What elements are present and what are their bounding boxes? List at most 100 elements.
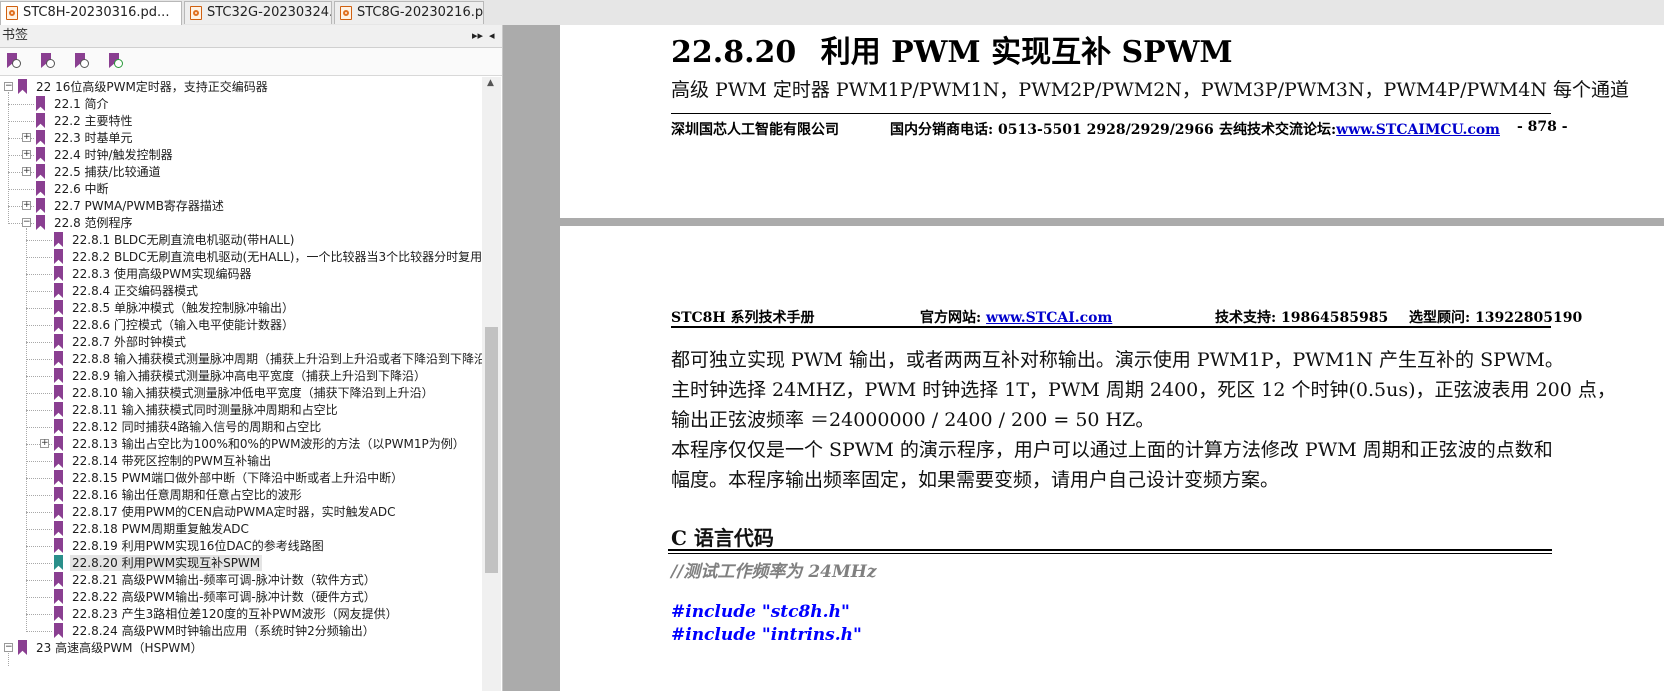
pdf-file-icon	[6, 6, 18, 20]
tree-connector	[26, 342, 52, 343]
bookmark-icon	[36, 164, 45, 179]
bookmark-icon	[36, 215, 45, 230]
collapse-toggle-icon[interactable]: −	[4, 82, 13, 91]
section-title: 利用 PWM 实现互补 SPWM	[820, 35, 1233, 70]
bookmark-icon	[54, 232, 63, 247]
scrollbar-thumb[interactable]	[485, 327, 498, 573]
bookmark-icon	[54, 300, 63, 315]
tree-connector	[26, 495, 52, 496]
pdf-page-879: STC8H 系列技术手册 官方网站: www.STCAI.com 技术支持: 1…	[560, 226, 1664, 691]
pdf-page-878: 22.8.20 利用 PWM 实现互补 SPWM 高级 PWM 定时器 PWM1…	[560, 25, 1664, 218]
collapse-toggle-icon[interactable]: −	[22, 218, 31, 227]
bookmark-goto-icon[interactable]	[72, 52, 90, 70]
tree-guide	[8, 92, 9, 224]
document-tab-bar: STC8H-20230316.pd... STC32G-20230324... …	[0, 0, 1664, 26]
bookmark-label: 22.8.9 输入捕获模式测量脉冲高电平宽度（捕获上升沿到下降沿）	[72, 369, 426, 383]
intro-paragraph: 高级 PWM 定时器 PWM1P/PWM1N，PWM2P/PWM2N，PWM3P…	[671, 79, 1630, 101]
bookmark-icon	[54, 470, 63, 485]
bookmark-label: 22.8.22 高级PWM输出-频率可调-脉冲计数（硬件方式）	[72, 590, 376, 604]
bookmark-options-icon[interactable]	[4, 52, 22, 70]
bookmark-icon	[18, 640, 27, 655]
header-manual-title: STC8H 系列技术手册	[671, 310, 815, 326]
bookmark-icon	[54, 504, 63, 519]
document-view[interactable]: 22.8.20 利用 PWM 实现互补 SPWM 高级 PWM 定时器 PWM1…	[503, 25, 1664, 691]
panel-options-icon[interactable]: ▸▸	[472, 25, 483, 47]
code-comment: //测试工作频率为 24MHz	[671, 562, 877, 582]
bookmark-label: 22.8.7 外部时钟模式	[72, 335, 186, 349]
scroll-up-icon[interactable]: ▲	[487, 78, 494, 88]
tree-connector	[8, 121, 34, 122]
bookmark-icon	[36, 113, 45, 128]
tab-stc8g[interactable]: STC8G-20230216.p...	[334, 1, 484, 24]
tab-stc32g[interactable]: STC32G-20230324...	[184, 1, 332, 24]
expand-toggle-icon[interactable]: +	[22, 167, 31, 176]
bookmark-icon	[54, 283, 63, 298]
forum-link[interactable]: www.STCAIMCU.com	[1336, 122, 1500, 138]
bookmark-panel: 书签 ▸▸ ◂ − 22 16位高级PWM定时器，支持正交编码器 22.1 简介 22…	[0, 25, 503, 691]
bookmark-label: 22.8.10 输入捕获模式测量脉冲低电平宽度（捕获下降沿到上升沿）	[72, 386, 434, 400]
bookmark-label: 22.8.18 PWM周期重复触发ADC	[72, 522, 249, 536]
bookmark-panel-title: 书签	[2, 28, 29, 43]
bookmark-label: 22.1 简介	[54, 97, 109, 111]
bookmark-label: 22.8.15 PWM端口做外部中断（下降沿中断或者上升沿中断）	[72, 471, 404, 485]
collapse-toggle-icon[interactable]: −	[4, 643, 13, 652]
tree-connector	[26, 240, 52, 241]
bookmark-label: 22.8.11 输入捕获模式同时测量脉冲周期和占空比	[72, 403, 338, 417]
expand-toggle-icon[interactable]: +	[22, 133, 31, 142]
bookmark-label: 22.8.4 正交编码器模式	[72, 284, 198, 298]
bookmark-label: 22.8.24 高级PWM时钟输出应用（系统时钟2分频输出）	[72, 624, 375, 638]
body-line-5: 幅度。本程序输出频率固定，如果需要变频，请用户自己设计变频方案。	[671, 469, 1280, 491]
bookmark-panel-header: 书签 ▸▸ ◂	[0, 25, 502, 48]
header-rule	[671, 326, 1551, 328]
tab-label: STC8G-20230216.p...	[357, 5, 484, 20]
bookmark-icon	[18, 79, 27, 94]
header-consult: 选型顾问: 13922805190	[1409, 310, 1583, 326]
website-link[interactable]: www.STCAI.com	[986, 310, 1112, 326]
body-line-2: 主时钟选择 24MHZ，PWM 时钟选择 1T，PWM 周期 2400，死区 1…	[671, 379, 1616, 401]
tab-stc8h[interactable]: STC8H-20230316.pd...	[0, 1, 182, 26]
bookmark-tree: − 22 16位高级PWM定时器，支持正交编码器 22.1 简介 22.2 主要特性 +…	[0, 77, 482, 691]
tree-connector	[26, 308, 52, 309]
tree-connector	[26, 427, 52, 428]
bookmark-icon	[54, 266, 63, 281]
bookmark-label: 22.8.14 带死区控制的PWM互补输出	[72, 454, 272, 468]
bookmark-label: 22.8.13 输出占空比为100%和0%的PWM波形的方法（以PWM1P为例）	[72, 437, 465, 451]
footer-company: 深圳国芯人工智能有限公司	[671, 122, 839, 138]
tree-connector	[26, 359, 52, 360]
tree-connector	[26, 393, 52, 394]
footer-phone: 国内分销商电话: 0513-5501 2928/2929/2966	[890, 122, 1214, 138]
bookmark-label: 22.3 时基单元	[54, 131, 133, 145]
expand-toggle-icon[interactable]: +	[22, 201, 31, 210]
bookmark-label: 22.7 PWMA/PWMB寄存器描述	[54, 199, 224, 213]
bookmark-icon	[54, 385, 63, 400]
header-website: 官方网站: www.STCAI.com	[920, 307, 1112, 327]
expand-toggle-icon[interactable]: +	[22, 150, 31, 159]
footer-forum-label: 去纯技术交流论坛:	[1219, 122, 1337, 138]
tree-guide	[8, 653, 9, 666]
body-line-1: 都可独立实现 PWM 输出，或者两两互补对称输出。演示使用 PWM1P，PWM1…	[671, 349, 1564, 371]
bookmark-scrollbar[interactable]: ▲	[482, 77, 501, 691]
bookmark-add-icon[interactable]	[106, 52, 124, 70]
pdf-file-icon	[340, 6, 352, 20]
bookmark-icon	[54, 555, 63, 570]
bookmark-icon	[54, 572, 63, 587]
section-heading: 22.8.20 利用 PWM 实现互补 SPWM	[671, 27, 1233, 71]
bookmark-icon	[54, 368, 63, 383]
bookmark-icon	[36, 181, 45, 196]
bookmark-icon	[54, 538, 63, 553]
tree-connector	[26, 529, 52, 530]
tab-label: STC8H-20230316.pd...	[23, 5, 170, 20]
tree-connector	[26, 631, 52, 632]
bookmark-label: 22.8.16 输出任意周期和任意占空比的波形	[72, 488, 302, 502]
code-include-2: #include "intrins.h"	[671, 625, 862, 645]
bookmark-label: 22.8.1 BLDC无刷直流电机驱动(带HALL)	[72, 233, 295, 247]
bookmark-icon	[54, 487, 63, 502]
tree-connector	[26, 410, 52, 411]
bookmark-label: 22.8.12 同时捕获4路输入信号的周期和占空比	[72, 420, 322, 434]
pdf-file-icon	[190, 6, 202, 20]
bookmark-icon	[54, 453, 63, 468]
bookmark-icon	[54, 521, 63, 536]
expand-toggle-icon[interactable]: +	[40, 439, 49, 448]
panel-collapse-icon[interactable]: ◂	[489, 25, 495, 47]
bookmark-expand-icon[interactable]	[38, 52, 56, 70]
